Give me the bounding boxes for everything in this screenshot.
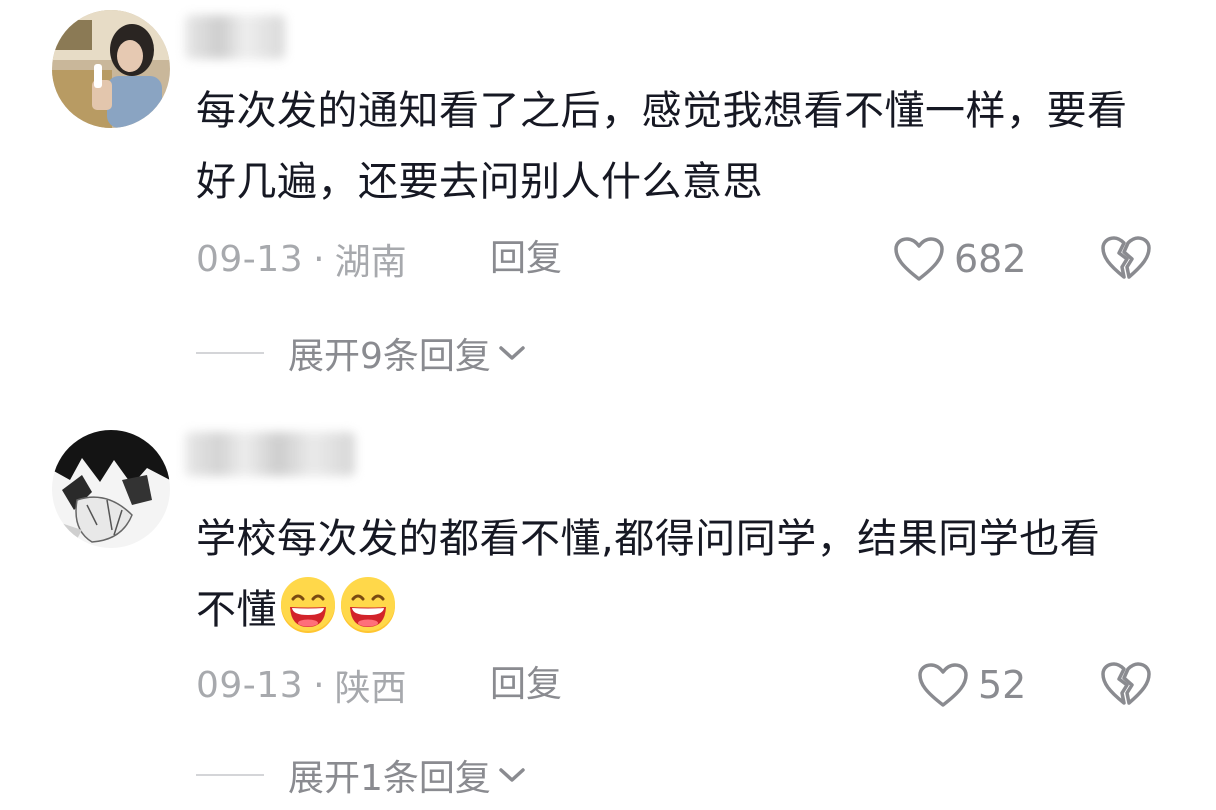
grin-emoji-icon <box>281 577 335 633</box>
comment-text: 学校每次发的都看不懂,都得问同学，结果同学也看不懂 <box>196 504 1136 646</box>
like-button[interactable]: 682 <box>892 234 1027 284</box>
comment-date: 09-13 <box>196 664 304 706</box>
broken-heart-icon <box>1101 236 1151 279</box>
username-blurred[interactable] <box>185 432 355 476</box>
expand-replies-label: 展开1条回复 <box>288 758 491 799</box>
separator-dot: · <box>313 238 325 280</box>
chevron-down-icon <box>499 768 525 782</box>
avatar[interactable] <box>52 430 170 548</box>
comment-meta: 09-13 · 陕西 <box>196 660 407 710</box>
reply-button[interactable]: 回复 <box>490 660 562 710</box>
comment-date: 09-13 <box>196 238 304 280</box>
like-count: 682 <box>954 237 1027 281</box>
reply-button[interactable]: 回复 <box>490 234 562 284</box>
divider-line <box>196 352 264 354</box>
comment-text: 每次发的通知看了之后，感觉我想看不懂一样，要看好几遍，还要去问别人什么意思 <box>196 76 1136 218</box>
heart-outline-icon <box>894 237 944 281</box>
like-button[interactable]: 52 <box>916 660 1026 710</box>
separator-dot: · <box>313 664 325 706</box>
dislike-button[interactable] <box>1100 660 1152 710</box>
comment-item: 学校每次发的都看不懂,都得问同学，结果同学也看不懂 09-13 · 陕西 回复 … <box>0 420 1216 810</box>
expand-replies-button[interactable]: 展开9条回复 <box>196 328 527 378</box>
comment-location: 湖南 <box>334 242 407 283</box>
divider-line <box>196 774 264 776</box>
avatar[interactable] <box>52 10 170 128</box>
comment-location: 陕西 <box>334 668 407 709</box>
dislike-button[interactable] <box>1100 234 1152 284</box>
comment-text-content: 每次发的通知看了之后，感觉我想看不懂一样，要看好几遍，还要去问别人什么意思 <box>196 88 1128 205</box>
grin-emoji-icon <box>341 577 395 633</box>
like-count: 52 <box>978 663 1027 707</box>
chevron-down-icon <box>499 346 525 360</box>
broken-heart-icon <box>1101 662 1151 705</box>
heart-outline-icon <box>918 663 968 707</box>
comment-item: 每次发的通知看了之后，感觉我想看不懂一样，要看好几遍，还要去问别人什么意思 09… <box>0 0 1216 400</box>
expand-replies-label: 展开9条回复 <box>288 336 491 377</box>
username-blurred[interactable] <box>185 15 285 59</box>
comment-meta: 09-13 · 湖南 <box>196 234 407 284</box>
expand-replies-button[interactable]: 展开1条回复 <box>196 750 527 800</box>
